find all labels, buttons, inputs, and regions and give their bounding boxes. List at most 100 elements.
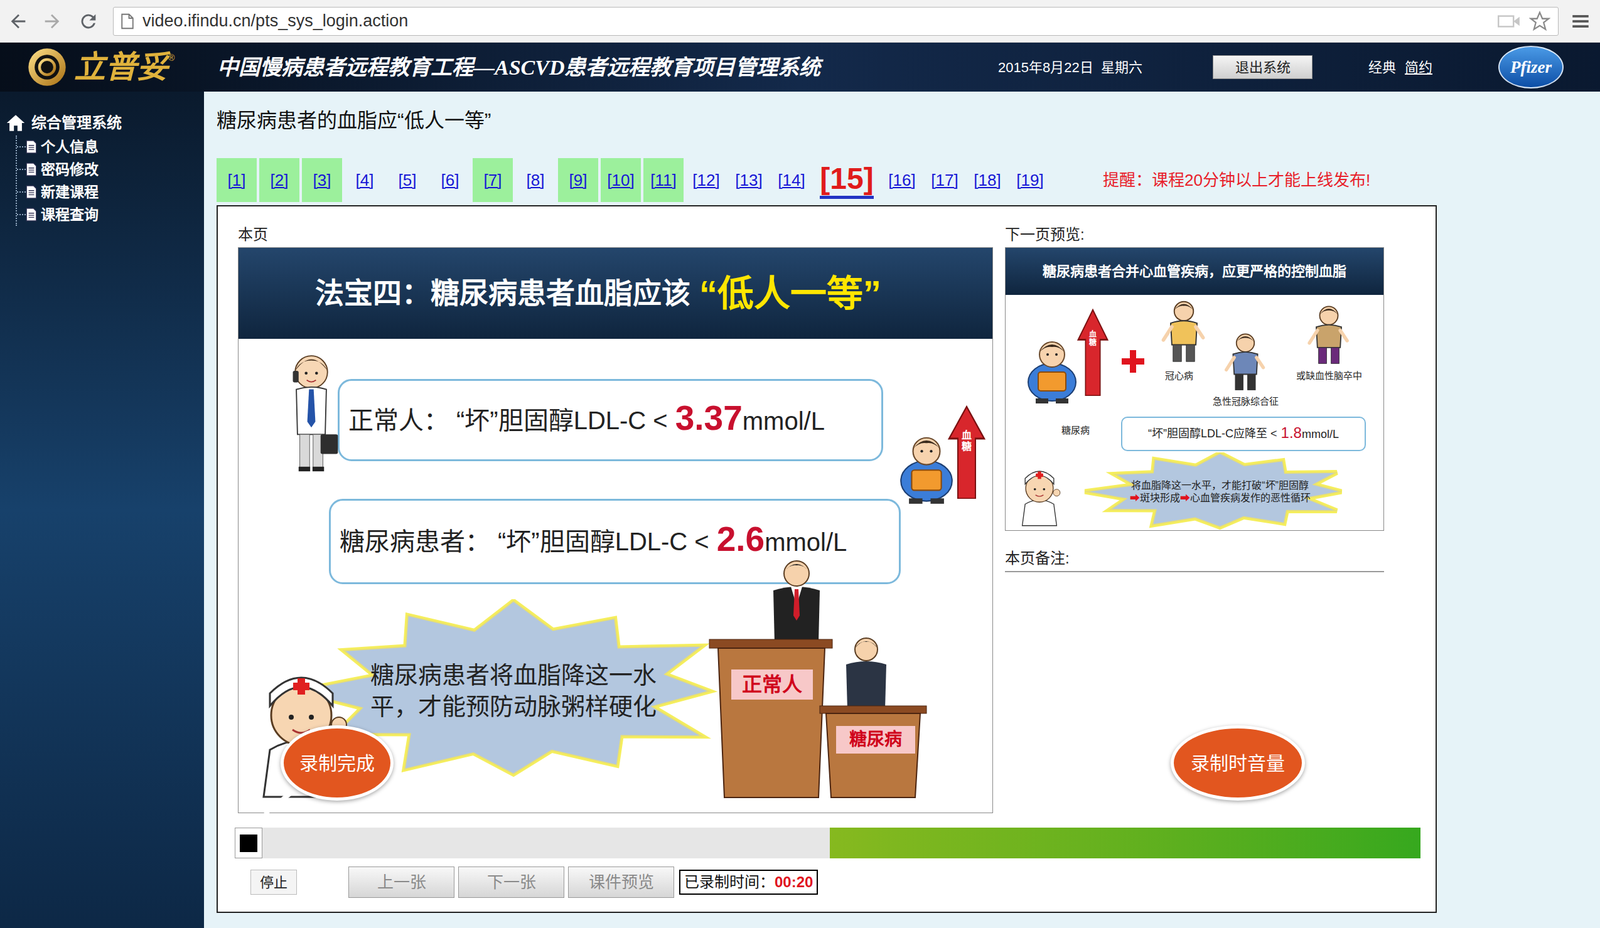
address-bar[interactable]: video.ifindu.cn/pts_sys_login.action	[112, 6, 1559, 36]
slide-button[interactable]: 上一张	[348, 866, 455, 899]
page-link[interactable]: [11]	[650, 168, 677, 193]
stop-button[interactable]: 停止	[250, 869, 297, 896]
camera-icon	[1497, 13, 1521, 30]
page-link[interactable]: [5]	[398, 168, 417, 193]
current-label: 本页	[237, 225, 994, 245]
page-tab: [2]	[259, 158, 300, 203]
page-link[interactable]: [3]	[313, 168, 332, 193]
ldl-text: “坏”胆固醇LDL-C <	[456, 401, 668, 440]
url: video.ifindu.cn/pts_sys_login.action	[142, 8, 409, 34]
podium-label: 糖尿病	[836, 726, 916, 754]
app: video.ifindu.cn/pts_sys_login.action 立普妥…	[0, 0, 1600, 928]
patient-figure-icon	[1300, 303, 1358, 366]
sidebar-label: 新建课程	[40, 181, 99, 204]
page-tab: [9]	[558, 158, 599, 203]
tree-line	[16, 191, 26, 193]
tree-root-label: 综合管理系统	[31, 111, 122, 135]
page-link[interactable]: [4]	[355, 168, 375, 193]
style-link[interactable]: 经典	[1368, 57, 1396, 78]
page-link[interactable]: [8]	[526, 168, 545, 193]
sidebar-item[interactable]: 新建课程	[16, 180, 205, 204]
recording-panel: 本页法宝四：糖尿病患者血脂应该“低人一等”正常人：“坏”胆固醇LDL-C <3.…	[216, 205, 1437, 914]
page-link[interactable]: [9]	[569, 168, 588, 193]
slide-button[interactable]: 课件预览	[568, 866, 675, 899]
page-link[interactable]: [7]	[483, 168, 503, 193]
system-title: 中国慢病患者远程教育工程—ASCVD患者远程教育项目管理系统	[217, 51, 999, 84]
disease-label: 或缺血性脑卒中	[1284, 369, 1373, 384]
preview-title: 糖尿病患者合并心血管疾病，应更严格的控制血脂	[1042, 261, 1347, 282]
sidebar-item[interactable]: 密码修改	[16, 158, 205, 181]
businessman-icon	[282, 343, 341, 479]
callout-text: 录制完成	[299, 749, 375, 778]
recorder-controls: 停止上一张下一张课件预览已录制时间：00:20	[237, 866, 1436, 899]
arrow-label: 血糖	[961, 429, 972, 452]
slide-header: 法宝四：糖尿病患者血脂应该“低人一等”	[238, 247, 993, 339]
brand-logo: 立普妥®	[0, 46, 218, 88]
page-link[interactable]: [6]	[441, 168, 460, 193]
stop-square[interactable]	[234, 827, 263, 859]
style-link[interactable]: 简约	[1404, 57, 1433, 78]
slide-button[interactable]: 下一张	[458, 866, 565, 899]
page-link[interactable]: [17]	[930, 168, 958, 193]
sidebar-label: 个人信息	[40, 136, 99, 159]
elapsed-label: 已录制时间：	[684, 871, 775, 894]
page-tab: [1]	[216, 158, 257, 203]
blood-sugar-figure: 血糖	[1020, 308, 1109, 405]
sidebar-item[interactable]: 课程查询	[16, 203, 205, 226]
target-unit: mmol/L	[1301, 426, 1339, 444]
page-link[interactable]: [16]	[888, 168, 916, 193]
podium-label: 正常人	[731, 671, 813, 699]
patient-figure-icon	[1158, 298, 1209, 365]
page-tab: [8]	[515, 158, 556, 203]
page-tab: [7]	[472, 158, 513, 203]
slides-row: 本页法宝四：糖尿病患者血脂应该“低人一等”正常人：“坏”胆固醇LDL-C <3.…	[237, 225, 1436, 814]
podium-illustration: 正常人糖尿病	[703, 555, 929, 801]
app-header: 立普妥®中国慢病患者远程教育工程—ASCVD患者远程教育项目管理系统2015年8…	[0, 42, 1600, 92]
page-tab: [10]	[600, 158, 641, 203]
logout-button[interactable]: 退出系统	[1212, 55, 1313, 80]
tree-children: 个人信息密码修改新建课程课程查询	[15, 135, 205, 226]
page-link[interactable]: [2]	[270, 168, 289, 193]
page-link[interactable]: [13]	[735, 168, 763, 193]
ldl-target: 2.6mmol/L	[716, 522, 848, 562]
doctor-icon	[1014, 461, 1065, 528]
sponsor-name: Pfizer	[1510, 54, 1552, 81]
patient-figure-icon	[1219, 330, 1272, 393]
brand-name: 立普妥	[74, 51, 169, 83]
disease-label: 冠心病	[1147, 369, 1211, 384]
slide-buttons: 上一张下一张课件预览	[348, 866, 675, 899]
page-link[interactable]: [14]	[777, 168, 805, 193]
ldl-who: 正常人：	[348, 401, 449, 440]
page-link[interactable]: [12]	[692, 168, 720, 193]
target-box: “坏”胆固醇LDL-C应降至 <1.8mmol/L	[1121, 416, 1366, 452]
main: 糖尿病患者的血脂应“低人一等”[1][2][3][4][5][6][7][8][…	[204, 91, 1600, 928]
up-arrow-icon	[947, 404, 986, 500]
tree-root[interactable]: 综合管理系统	[5, 110, 205, 136]
page-link[interactable]: [15]	[819, 161, 874, 199]
patient-icon	[1020, 335, 1084, 405]
page-link[interactable]: [1]	[227, 168, 247, 193]
current-column: 本页法宝四：糖尿病患者血脂应该“低人一等”正常人：“坏”胆固醇LDL-C <3.…	[237, 225, 994, 814]
slide-highlight: “低人一等”	[699, 266, 882, 321]
patient-label: 糖尿病	[1050, 423, 1101, 439]
patient-icon	[891, 431, 962, 506]
page-tab: [19]	[1009, 158, 1051, 203]
sidebar-item[interactable]: 个人信息	[16, 135, 205, 159]
page-tab: [18]	[967, 158, 1008, 203]
ldl-text: “坏”胆固醇LDL-C <	[497, 522, 710, 561]
page-link[interactable]: [18]	[973, 168, 1001, 193]
forward-icon	[41, 10, 63, 33]
preview-column: 下一页预览:糖尿病患者合并心血管疾病，应更严格的控制血脂血糖冠心病急性冠脉综合征…	[1004, 225, 1385, 814]
starburst-text: 将血脂降这一水平，才能打破“坏”胆固醇➡斑块形成➡心血管疾病发作的恶性循环	[1129, 479, 1312, 504]
page-link[interactable]: [10]	[606, 168, 634, 193]
body: 综合管理系统个人信息密码修改新建课程课程查询 糖尿病患者的血脂应“低人一等”[1…	[0, 91, 1600, 928]
home-icon	[5, 112, 27, 134]
target-text: “坏”胆固醇LDL-C应降至 <	[1148, 425, 1278, 443]
page-link[interactable]: [19]	[1016, 168, 1044, 193]
notes-label: 本页备注:	[1004, 547, 1385, 573]
page-tab: [15]	[814, 158, 880, 203]
page-tab: [11]	[643, 158, 684, 203]
logo-emblem-icon	[26, 46, 68, 88]
browser-toolbar: video.ifindu.cn/pts_sys_login.action	[0, 0, 1600, 43]
ldl-who: 糖尿病患者：	[339, 522, 491, 561]
